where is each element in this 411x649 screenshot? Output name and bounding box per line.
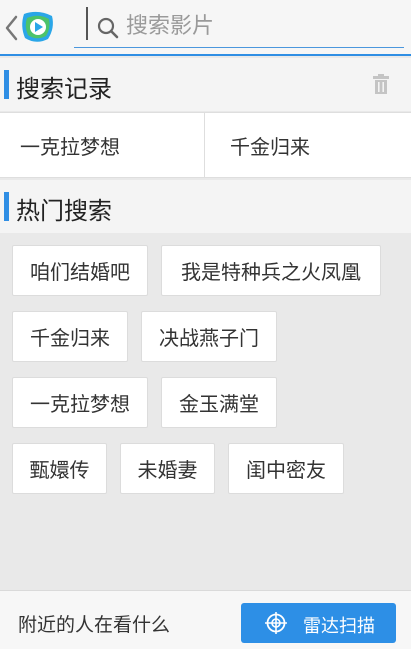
hot-section-header: 热门搜索 <box>0 180 411 233</box>
hot-tag[interactable]: 一克拉梦想 <box>12 377 148 428</box>
section-accent-bar <box>4 70 9 99</box>
hot-tag[interactable]: 我是特种兵之火凤凰 <box>161 245 381 296</box>
hot-title: 热门搜索 <box>16 197 112 225</box>
radar-scan-button[interactable]: 雷达扫描 <box>241 603 396 643</box>
hot-tag[interactable]: 决战燕子门 <box>141 311 277 362</box>
bottom-bar: 附近的人在看什么 雷达扫描 <box>0 590 411 649</box>
history-title: 搜索记录 <box>16 75 112 103</box>
radar-icon <box>265 612 287 634</box>
back-button[interactable] <box>2 8 60 48</box>
hot-tag[interactable]: 甄嬛传 <box>12 443 107 494</box>
hot-tag[interactable]: 闺中密友 <box>228 443 344 494</box>
search-icon <box>97 17 119 39</box>
nearby-label: 附近的人在看什么 <box>18 614 171 636</box>
history-item[interactable]: 一克拉梦想 <box>0 113 205 177</box>
hot-tag[interactable]: 未婚妻 <box>120 443 215 494</box>
history-section-header: 搜索记录 <box>0 58 411 111</box>
section-accent-bar <box>4 192 9 221</box>
hot-tag[interactable]: 千金归来 <box>12 311 128 362</box>
hot-tag[interactable]: 金玉满堂 <box>161 377 277 428</box>
history-list: 一克拉梦想 千金归来 <box>0 112 411 178</box>
hot-tag[interactable]: 咱们结婚吧 <box>12 245 148 296</box>
app-logo-icon <box>22 11 53 42</box>
app-root: 搜索记录 一克拉梦想 千金归来 热门搜索 咱们结婚吧 我是特种兵之火凤凰 千金归… <box>0 0 411 649</box>
history-item[interactable]: 千金归来 <box>206 113 411 177</box>
radar-scan-label: 雷达扫描 <box>303 616 375 637</box>
search-input[interactable] <box>126 8 396 44</box>
search-box[interactable] <box>74 4 404 48</box>
trash-icon[interactable] <box>373 74 389 94</box>
top-bar <box>0 0 411 56</box>
